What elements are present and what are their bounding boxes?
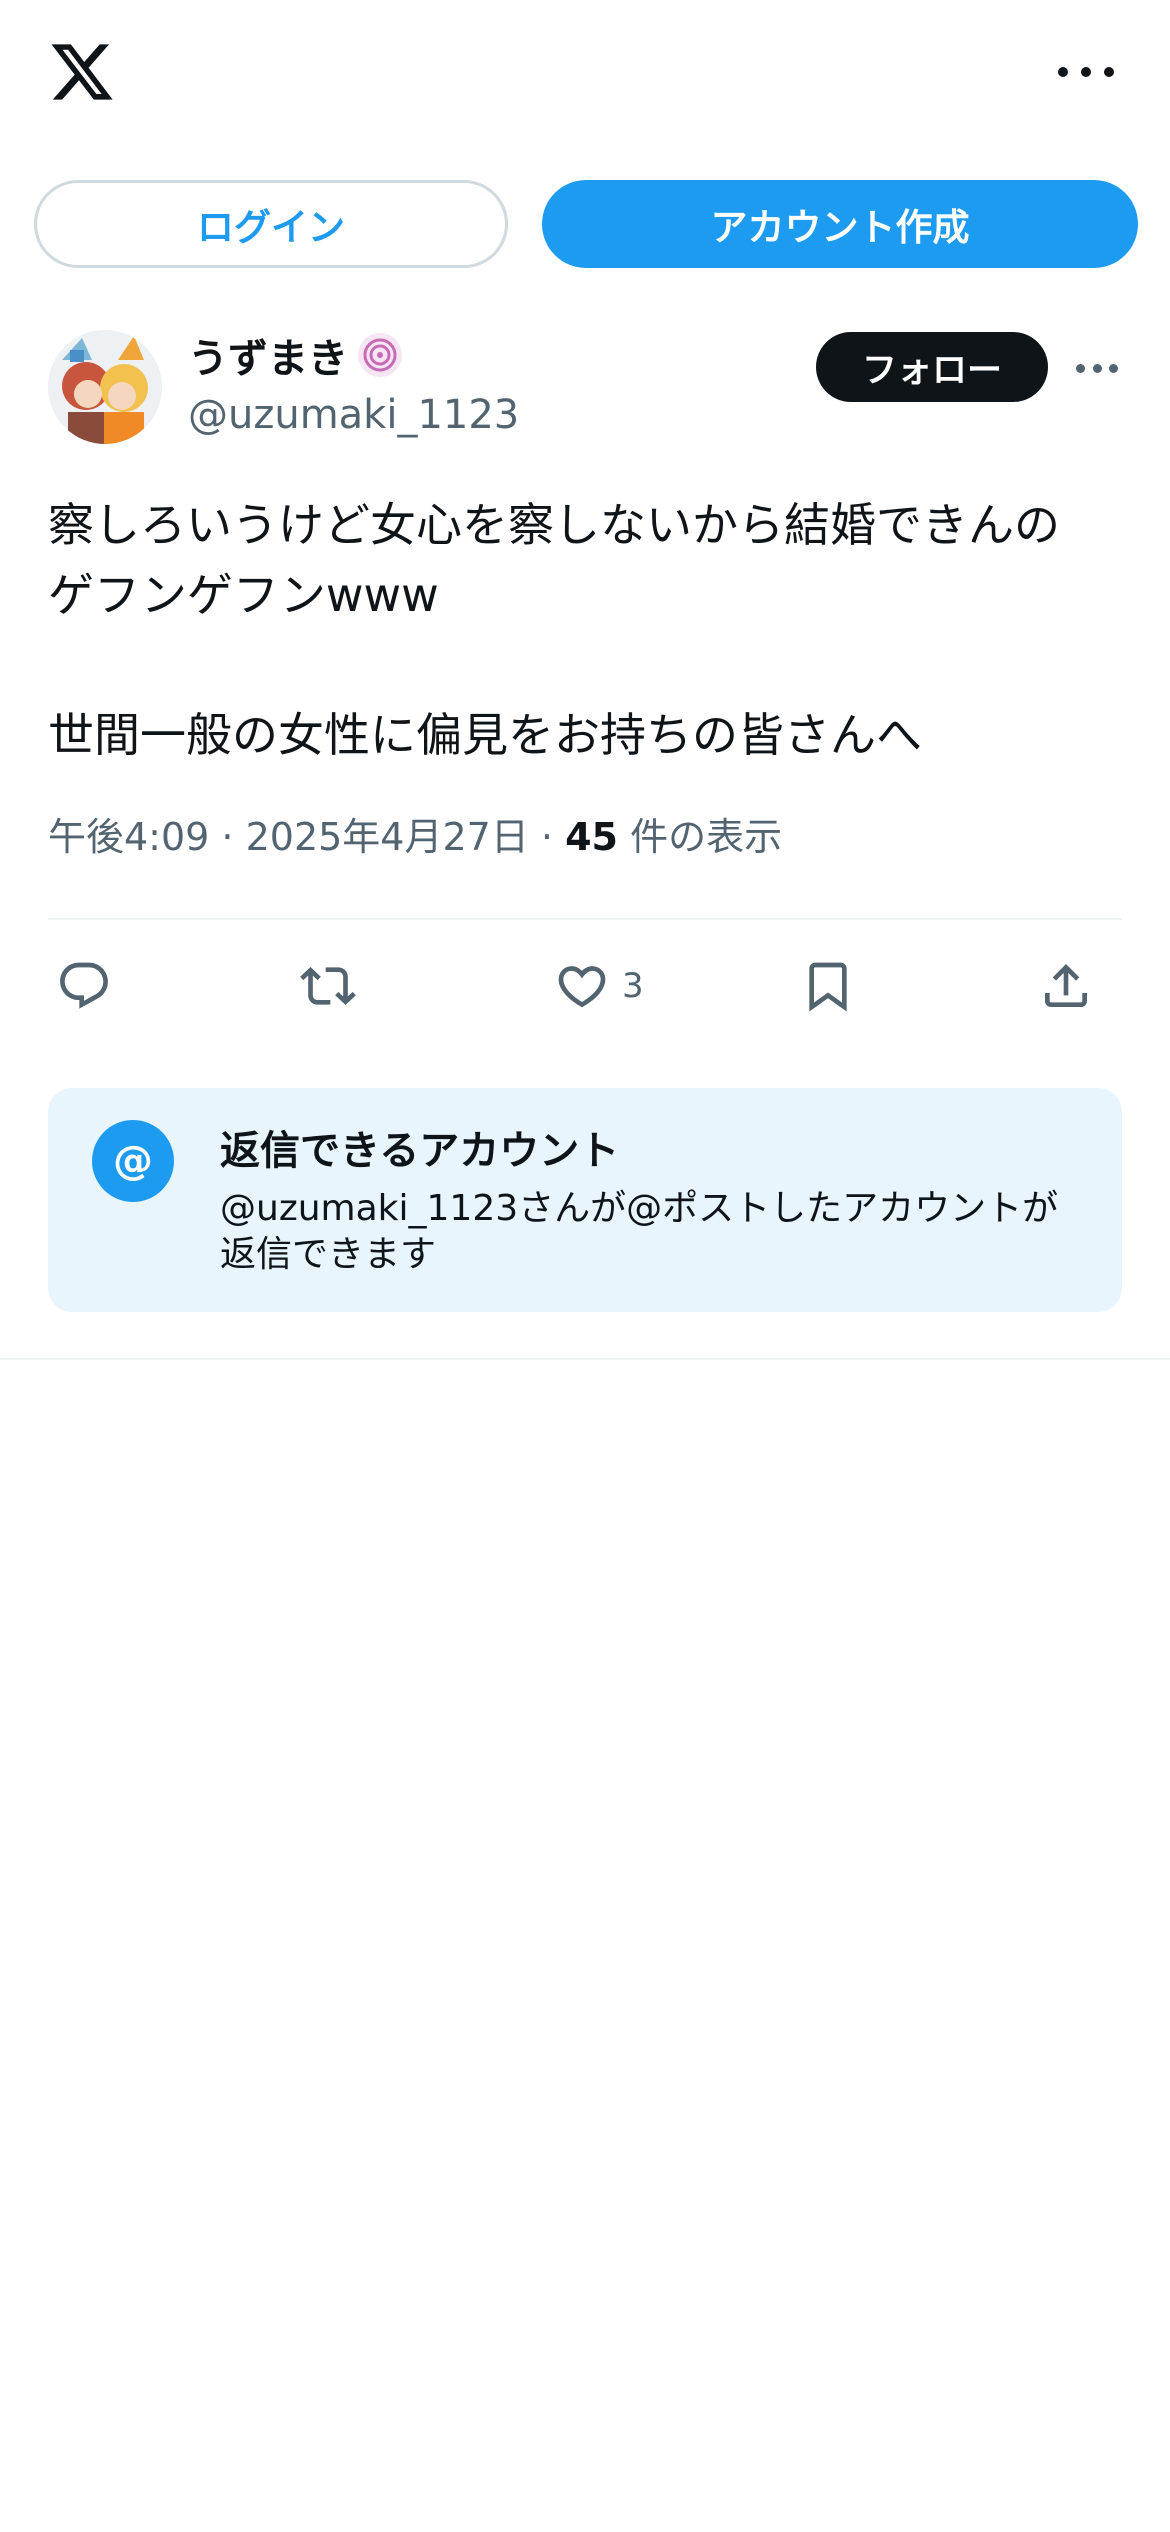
- create-account-button[interactable]: アカウント作成: [542, 180, 1138, 268]
- divider: [48, 918, 1122, 920]
- view-count: 45: [565, 815, 618, 859]
- heart-icon: [558, 966, 606, 1008]
- top-bar: [0, 0, 1170, 150]
- post-more-icon[interactable]: [1076, 362, 1118, 374]
- post-text-line: 察しろいうけど女心を察しないから結婚できんの: [48, 498, 1060, 552]
- author-display-name[interactable]: うずまき: [188, 326, 404, 384]
- reply-button[interactable]: [56, 952, 112, 1020]
- meta-separator: ·: [528, 815, 566, 859]
- follow-button[interactable]: フォロー: [816, 332, 1048, 402]
- post-time[interactable]: 午後4:09: [48, 815, 209, 859]
- at-icon: @: [92, 1120, 174, 1202]
- divider: [0, 1358, 1170, 1360]
- bookmark-button[interactable]: [800, 952, 856, 1020]
- auth-buttons: ログイン アカウント作成: [34, 180, 1138, 268]
- reply-icon: [60, 962, 108, 1009]
- repost-icon: [300, 967, 356, 1005]
- reply-restriction-description: @uzumaki_1123さんが@ポストしたアカウントが返信できます: [220, 1188, 1059, 1275]
- display-name-text: うずまき: [188, 336, 348, 382]
- like-count: 3: [622, 966, 644, 1006]
- meta-separator: ·: [209, 815, 246, 859]
- swirl-badge-icon: [358, 333, 402, 377]
- post-actions: 3: [48, 952, 1122, 1020]
- bookmark-icon: [809, 962, 847, 1012]
- x-logo-icon[interactable]: [48, 38, 116, 106]
- post-text-line: ゲフンゲフンwww: [48, 568, 439, 622]
- reply-restriction-title: 返信できるアカウント: [220, 1128, 620, 1174]
- like-button[interactable]: 3: [554, 952, 644, 1020]
- avatar[interactable]: [48, 330, 162, 444]
- share-button[interactable]: [1038, 952, 1094, 1020]
- view-label: 件の表示: [617, 815, 783, 859]
- post-text-line: [48, 630, 1128, 700]
- reply-restriction-card: @ 返信できるアカウント @uzumaki_1123さんが@ポストしたアカウント…: [48, 1088, 1122, 1312]
- share-icon: [1045, 964, 1087, 1007]
- more-horizontal-icon[interactable]: [1058, 52, 1114, 92]
- post-date[interactable]: 2025年4月27日: [246, 815, 529, 859]
- author-handle[interactable]: @uzumaki_1123: [188, 392, 519, 438]
- repost-button[interactable]: [300, 952, 356, 1020]
- post-meta: 午後4:09 · 2025年4月27日 · 45 件の表示: [48, 806, 782, 861]
- login-button[interactable]: ログイン: [34, 180, 508, 268]
- post-text: 察しろいうけど女心を察しないから結婚できんの ゲフンゲフンwww 世間一般の女性…: [48, 490, 1128, 770]
- post-text-line: 世間一般の女性に偏見をお持ちの皆さんへ: [48, 708, 922, 762]
